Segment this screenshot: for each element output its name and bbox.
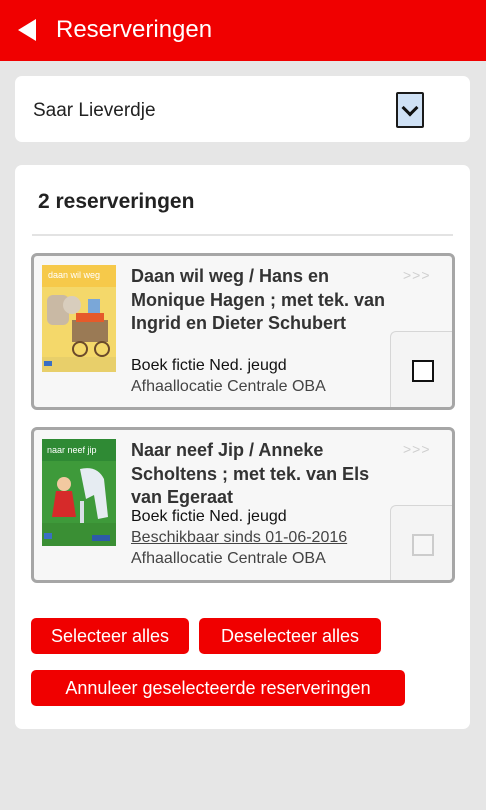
item-availability-link[interactable]: Beschikbaar sinds 01-06-2016 [131,529,347,547]
reservation-item[interactable]: daan wil weg Daan wil weg / Hans en Moni… [31,253,455,410]
more-chevrons-icon: >>> [403,267,431,283]
app-header: Reserveringen [0,0,486,61]
item-title: Naar neef Jip / Anneke Scholtens ; met t… [131,440,370,507]
divider [32,234,453,236]
reservations-card: 2 reserveringen daan wil weg Daan wil we… [15,165,470,729]
dropdown-chevron-icon[interactable] [396,92,424,128]
item-type: Boek fictie Ned. jeugd [131,357,287,374]
user-select-value: Saar Lieverdje [33,100,156,121]
svg-text:daan wil weg: daan wil weg [48,270,100,280]
svg-text:naar neef jip: naar neef jip [47,445,97,455]
more-chevrons-icon: >>> [403,441,431,457]
item-checkbox-disabled [411,533,434,556]
book-cover-image: naar neef jip [42,439,116,546]
reservation-count: 2 reserveringen [38,190,195,213]
item-location: Afhaallocatie Centrale OBA [131,550,326,567]
book-cover-image: daan wil weg [42,265,116,372]
item-type: Boek fictie Ned. jeugd [131,508,287,525]
cancel-selected-reservations-button[interactable]: Annuleer geselecteerde reserveringen [31,670,405,706]
reservation-item[interactable]: naar neef jip Naar neef Jip / Anneke Sch… [31,427,455,583]
back-arrow-icon[interactable] [18,17,40,43]
page-title: Reserveringen [56,16,213,43]
item-title: Daan wil weg / Hans en Monique Hagen ; m… [131,266,386,333]
item-checkbox-area[interactable] [390,331,452,407]
select-all-button[interactable]: Selecteer alles [31,618,189,654]
item-checkbox[interactable] [411,359,434,382]
item-checkbox-area [390,505,452,580]
item-location: Afhaallocatie Centrale OBA [131,378,326,395]
deselect-all-button[interactable]: Deselecteer alles [199,618,381,654]
